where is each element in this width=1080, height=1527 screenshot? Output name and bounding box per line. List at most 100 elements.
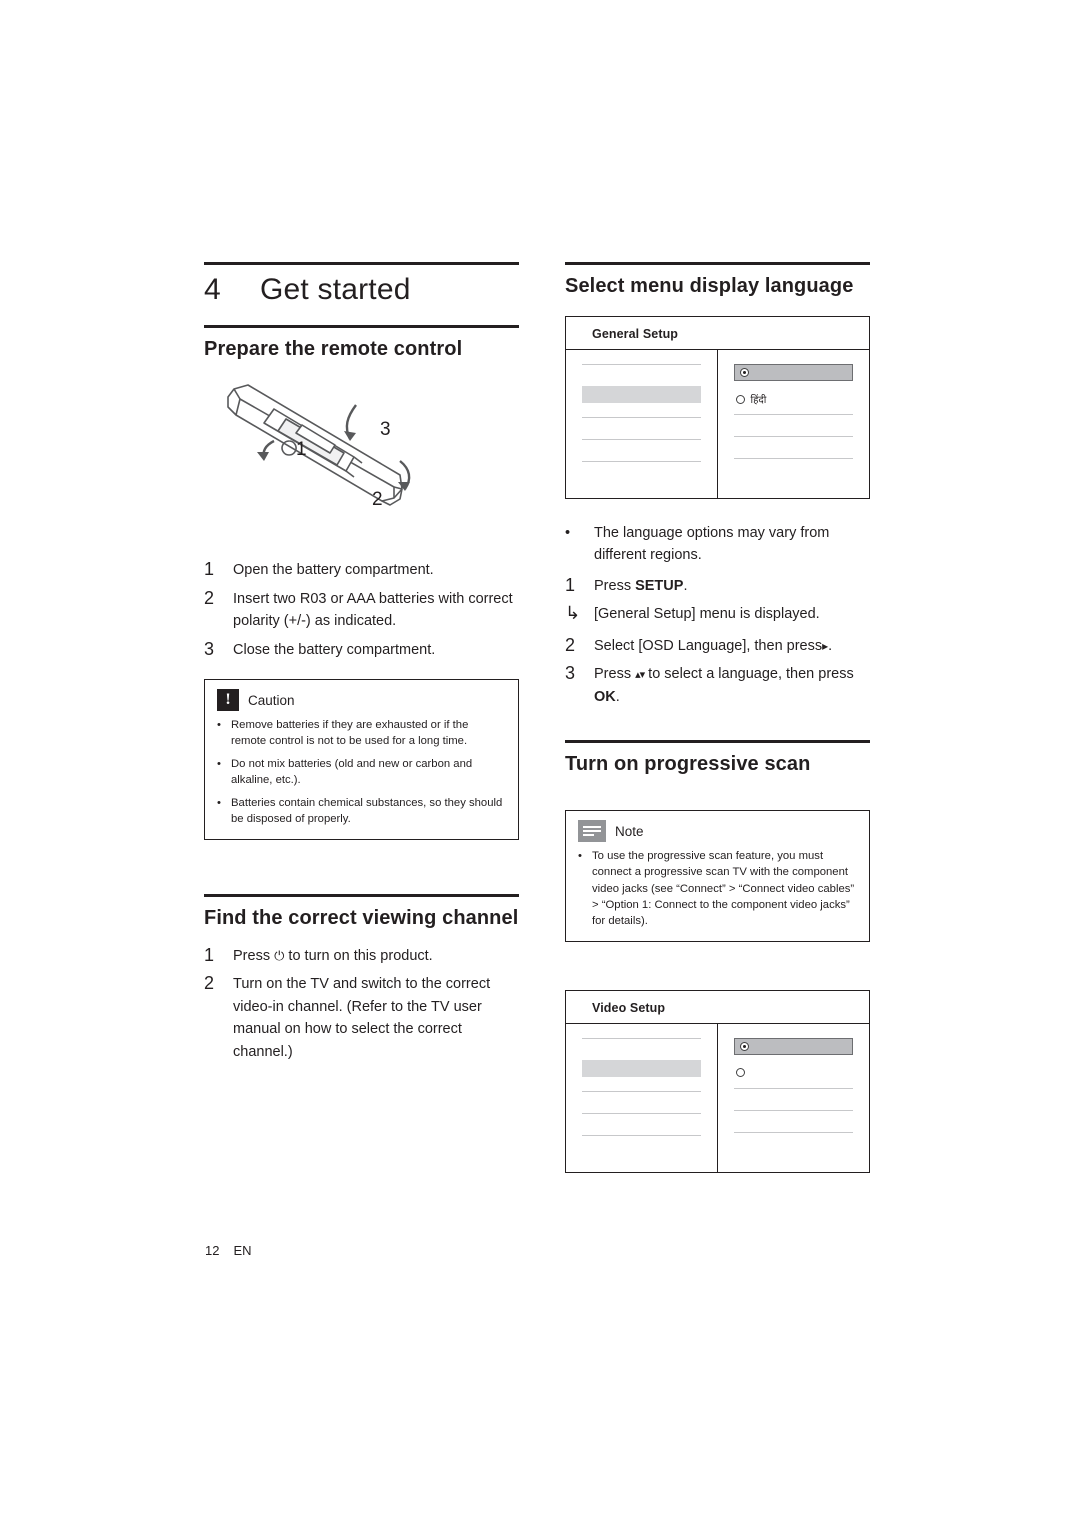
callout-3: 3 <box>380 419 391 441</box>
note-box: Note • To use the progressive scan featu… <box>565 810 870 942</box>
select-language-steps: 1 Press SETUP. ↳ [General Setup] menu is… <box>565 573 870 708</box>
osd-option-row <box>735 1066 854 1080</box>
step-text-pre: Press <box>594 577 636 594</box>
bullet-item: • The language options may vary from dif… <box>565 523 870 567</box>
osd-right-pane: हिंदी <box>718 350 870 498</box>
chapter-number: 4 <box>204 273 221 306</box>
osd-placeholder-line <box>582 417 701 419</box>
bullet-dot: • <box>217 719 221 732</box>
section-title-select-language: Select menu display language <box>565 275 854 297</box>
step-number: 2 <box>204 973 215 994</box>
section-title-find-channel: Find the correct viewing channel <box>204 907 519 930</box>
caution-body: • Remove batteries if they are exhausted… <box>205 715 518 839</box>
step-item: 2 Turn on the TV and switch to the corre… <box>204 971 519 1063</box>
bullet-dot: • <box>217 797 221 810</box>
osd-option-label: हिंदी <box>750 395 767 407</box>
step-text: Press ▴▾ to select a language, then pres… <box>594 661 870 708</box>
caution-item: • Remove batteries if they are exhausted… <box>217 717 504 749</box>
step-number: 2 <box>204 587 215 608</box>
power-symbol-icon: ⏻ <box>274 948 285 964</box>
step-number: 1 <box>204 944 215 965</box>
osd-placeholder-line <box>582 1112 701 1114</box>
osd-video-setup: Video Setup <box>565 989 870 1173</box>
page-language: EN <box>233 1243 252 1258</box>
right-column: Select menu display language General Set… <box>565 262 870 1173</box>
step-text: Press SETUP. <box>594 573 870 597</box>
step-item: 1 Press SETUP. <box>565 573 870 597</box>
osd-general-setup: General Setup हिंदी <box>565 316 870 500</box>
osd-placeholder-line <box>733 1087 853 1089</box>
radio-selected-icon <box>739 368 749 378</box>
step-substep: ↳ [General Setup] menu is displayed. <box>565 601 870 626</box>
step-text: Insert two R03 or AAA batteries with cor… <box>233 590 513 630</box>
step-number: 3 <box>204 638 215 659</box>
language-note-bullets: • The language options may vary from dif… <box>565 523 870 567</box>
step-text-post: . <box>828 637 833 654</box>
caution-header: ! Caution <box>205 680 518 715</box>
caution-icon: ! <box>217 689 239 712</box>
note-body: • To use the progressive scan feature, y… <box>566 846 869 940</box>
radio-selected-icon <box>739 1041 749 1051</box>
step-text: Turn on the TV and switch to the correct… <box>233 976 491 1060</box>
step-text-pre: Select [OSD Language], then press <box>594 637 823 654</box>
radio-unselected-icon <box>735 394 745 404</box>
caution-item: • Do not mix batteries (old and new or c… <box>217 756 504 788</box>
bullet-dot: • <box>217 758 221 771</box>
note-item-text: To use the progressive scan feature, you… <box>592 850 855 927</box>
step-key-label: SETUP <box>635 577 684 594</box>
osd-placeholder-line <box>733 414 853 416</box>
section-select-language: Select menu display language <box>565 262 870 304</box>
substep-arrow-icon: ↳ <box>565 603 581 625</box>
osd-left-pane <box>566 350 718 499</box>
caution-item-text: Remove batteries if they are exhausted o… <box>231 719 469 748</box>
step-number: 1 <box>204 559 215 580</box>
caution-box: ! Caution • Remove batteries if they are… <box>204 679 519 841</box>
radio-unselected-icon <box>735 1068 745 1078</box>
step-text: Close the battery compartment. <box>233 641 436 658</box>
step-text-pre: Press <box>233 947 275 964</box>
step-number: 1 <box>565 574 576 595</box>
section-prepare-remote: Prepare the remote control <box>204 325 519 367</box>
document-page: 4 Get started Prepare the remote control <box>0 0 1080 1527</box>
caution-item-text: Do not mix batteries (old and new or car… <box>231 758 473 787</box>
osd-selected-option-row <box>733 364 853 382</box>
page-number: 12 <box>205 1243 220 1258</box>
bullet-dot: • <box>565 525 571 542</box>
step-text: Select [OSD Language], then press▸. <box>594 633 870 657</box>
caution-label: Caution <box>248 692 295 708</box>
step-text-post: to turn on this product. <box>284 947 433 964</box>
step-item: 1 Open the battery compartment. <box>204 557 519 581</box>
osd-option-row: हिंदी <box>735 392 854 407</box>
step-number: 2 <box>565 634 576 655</box>
substep-text: [General Setup] menu is displayed. <box>594 606 820 623</box>
remote-control-figure <box>227 384 411 507</box>
step-text: Press ⏻ to turn on this product. <box>233 943 519 967</box>
page-title: 4 Get started <box>204 265 519 325</box>
note-item: • To use the progressive scan feature, y… <box>578 848 855 928</box>
osd-highlighted-row <box>582 1059 701 1077</box>
bullet-text: The language options may vary from diffe… <box>594 525 830 564</box>
step-item: 3 Close the battery compartment. <box>204 637 519 661</box>
callout-1: 1 <box>296 439 307 461</box>
step-item: 2 Select [OSD Language], then press▸. <box>565 633 870 657</box>
bullet-dot: • <box>578 850 582 863</box>
step-text-post: to select a language, then press <box>644 666 854 683</box>
step-item: 3 Press ▴▾ to select a language, then pr… <box>565 661 870 708</box>
callout-2: 2 <box>372 489 383 511</box>
osd-placeholder-line <box>582 461 701 463</box>
osd-placeholder-line <box>582 1134 701 1136</box>
osd-placeholder-line <box>582 1037 701 1039</box>
osd-placeholder-line <box>582 364 701 366</box>
step-item: 2 Insert two R03 or AAA batteries with c… <box>204 586 519 633</box>
osd-placeholder-line <box>733 1131 853 1133</box>
osd-title: General Setup <box>566 317 869 351</box>
step-number: 3 <box>565 663 576 684</box>
caution-item: • Batteries contain chemical substances,… <box>217 795 504 827</box>
osd-placeholder-line <box>582 1090 701 1092</box>
osd-placeholder-line <box>733 436 853 438</box>
osd-highlighted-row <box>582 386 701 404</box>
osd-placeholder-line <box>733 458 853 460</box>
osd-right-pane <box>718 1024 870 1172</box>
osd-panes: हिंदी <box>566 350 870 499</box>
up-down-arrows-icon: ▴▾ <box>635 668 645 682</box>
